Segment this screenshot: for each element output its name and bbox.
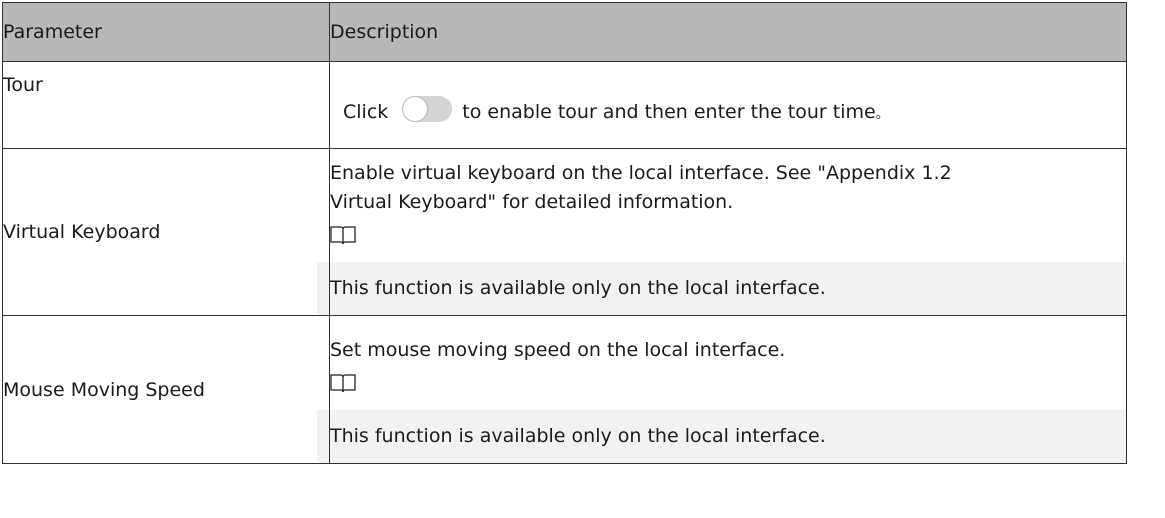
table-row: Virtual Keyboard Enable virtual keyboard… <box>2 148 1127 316</box>
parameter-table: Parameter Description Tour Click to enabl… <box>2 2 1127 464</box>
toggle-knob <box>403 96 428 121</box>
note-text: This function is available only on the l… <box>330 277 826 299</box>
param-name: Tour <box>2 61 330 149</box>
note-box: This function is available only on the l… <box>317 410 1126 463</box>
toggle-switch[interactable] <box>402 95 453 122</box>
desc-line: Virtual Keyboard" for detailed informati… <box>330 191 734 213</box>
note-box: This function is available only on the l… <box>317 262 1126 315</box>
param-name: Virtual Keyboard <box>2 148 330 316</box>
note-text: This function is available only on the l… <box>330 425 826 447</box>
book-icon <box>330 225 356 254</box>
table-row: Mouse Moving Speed Set mouse moving spee… <box>2 315 1127 464</box>
book-icon <box>330 373 356 402</box>
param-name: Mouse Moving Speed <box>2 315 330 464</box>
header-parameter: Parameter <box>2 2 330 62</box>
header-description: Description <box>329 2 1127 62</box>
desc-text-before: Click <box>343 100 389 123</box>
param-description: Click to enable tour and then enter the t… <box>329 61 1127 149</box>
param-description: Set mouse moving speed on the local inte… <box>317 315 1127 464</box>
desc-tail: 。 <box>875 106 889 122</box>
desc-line: Set mouse moving speed on the local inte… <box>330 339 786 361</box>
param-description: Enable virtual keyboard on the local int… <box>317 148 1127 316</box>
table-header-row: Parameter Description <box>2 2 1127 62</box>
desc-line: Enable virtual keyboard on the local int… <box>330 162 952 184</box>
table-row: Tour Click to enable tour and then enter … <box>2 61 1127 149</box>
desc-text-after: to enable tour and then enter the tour t… <box>462 100 876 123</box>
